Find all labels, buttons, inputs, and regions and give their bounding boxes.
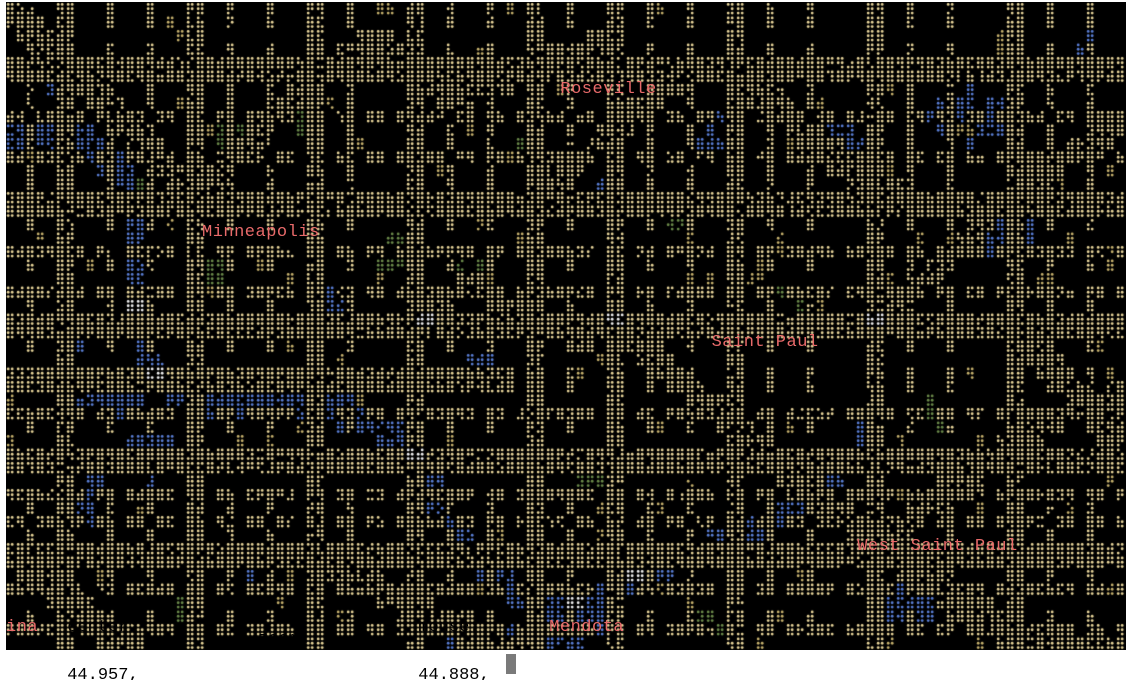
mouse-key: mouse:	[418, 618, 479, 637]
ascii-map-canvas[interactable]	[6, 2, 1126, 650]
terminal-cursor	[506, 654, 516, 674]
zoom-key: zoom:	[258, 630, 309, 649]
mouse-lat: 44.888	[418, 666, 479, 680]
center-key: center:	[67, 618, 138, 637]
status-bar: center: 44.957, -93.179 zoom: 9.32 mouse…	[6, 652, 1126, 676]
map-viewport[interactable]: RosevilleMinneapolisSaint PaulWest Saint…	[6, 2, 1126, 650]
app-frame: RosevilleMinneapolisSaint PaulWest Saint…	[0, 0, 1132, 680]
center-lat: 44.957	[67, 666, 128, 680]
